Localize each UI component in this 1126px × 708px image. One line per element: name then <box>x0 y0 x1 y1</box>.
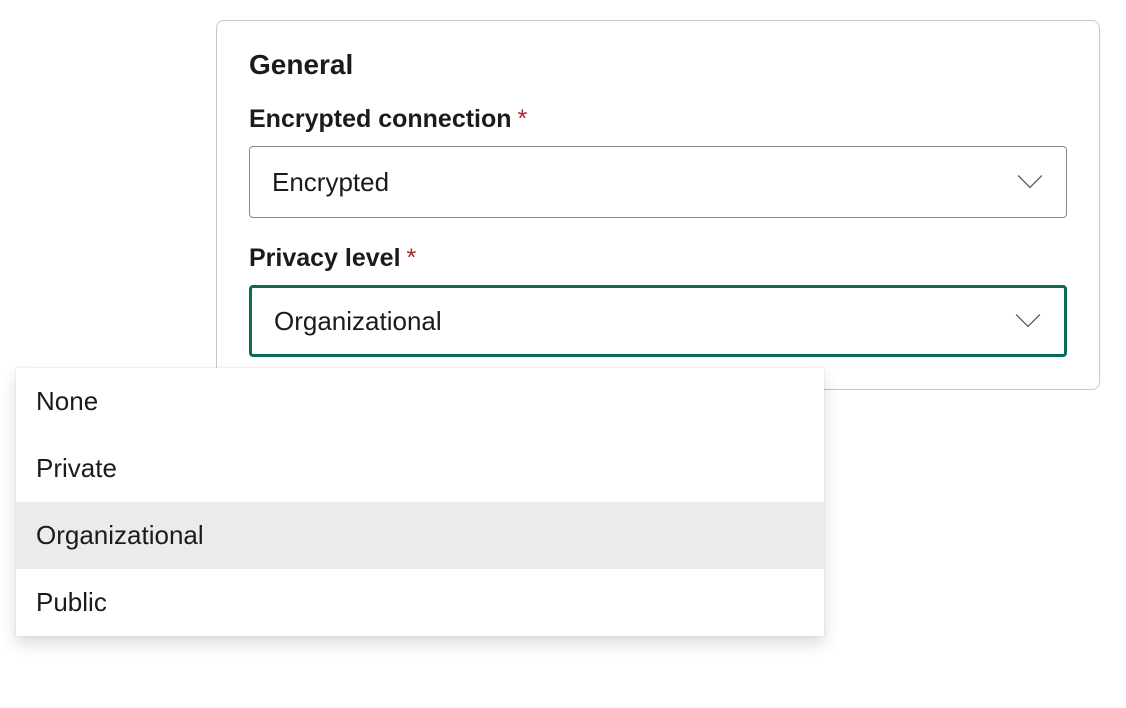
required-asterisk-icon: * <box>407 244 417 273</box>
required-asterisk-icon: * <box>518 105 528 134</box>
chevron-down-icon <box>1014 307 1042 335</box>
privacy-level-option-none[interactable]: None <box>16 368 824 435</box>
privacy-level-option-public[interactable]: Public <box>16 569 824 636</box>
privacy-level-value: Organizational <box>274 306 442 337</box>
privacy-level-label: Privacy level * <box>249 244 1067 273</box>
chevron-down-icon <box>1016 168 1044 196</box>
section-title: General <box>249 49 1067 81</box>
encrypted-connection-label: Encrypted connection * <box>249 105 1067 134</box>
privacy-level-option-private[interactable]: Private <box>16 435 824 502</box>
encrypted-connection-dropdown[interactable]: Encrypted <box>249 146 1067 218</box>
encrypted-connection-value: Encrypted <box>272 167 389 198</box>
privacy-level-option-organizational[interactable]: Organizational <box>16 502 824 569</box>
encrypted-connection-label-text: Encrypted connection <box>249 105 512 134</box>
privacy-level-dropdown[interactable]: Organizational <box>249 285 1067 357</box>
privacy-level-label-text: Privacy level <box>249 244 401 273</box>
general-settings-panel: General Encrypted connection * Encrypted… <box>216 20 1100 390</box>
privacy-level-options-list: None Private Organizational Public <box>16 368 824 636</box>
